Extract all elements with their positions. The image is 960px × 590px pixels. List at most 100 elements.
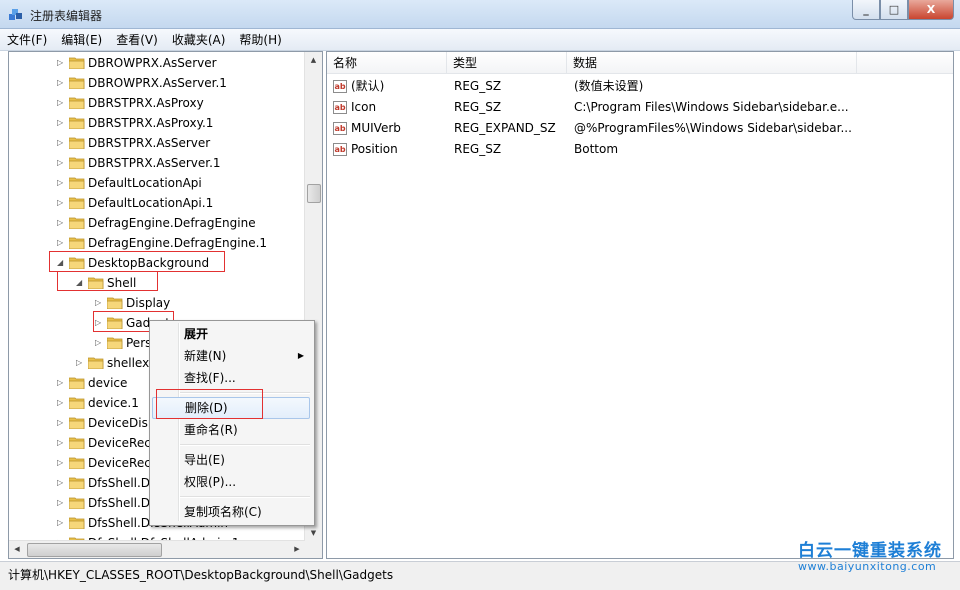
list-row[interactable]: ab Icon REG_SZ C:\Program Files\Windows … bbox=[327, 97, 927, 118]
expand-arrow-icon[interactable]: ▷ bbox=[57, 433, 67, 453]
menu-view[interactable]: 查看(V) bbox=[109, 31, 165, 48]
column-header-type[interactable]: 类型 bbox=[447, 52, 567, 74]
value-name: MUIVerb bbox=[351, 121, 401, 135]
tree-item-label: DesktopBackground bbox=[88, 256, 210, 270]
menu-item-new[interactable]: 新建(N) ▶ bbox=[152, 345, 310, 367]
maximize-button[interactable]: □ bbox=[880, 0, 908, 20]
tree-item[interactable]: ▷ DBRSTPRX.AsServer.1 bbox=[9, 153, 305, 173]
menu-item-expand[interactable]: 展开 bbox=[152, 323, 310, 345]
tree-item-label: DBRSTPRX.AsProxy bbox=[88, 96, 204, 110]
folder-icon bbox=[69, 417, 85, 429]
expand-arrow-icon[interactable]: ▷ bbox=[57, 153, 67, 173]
expand-arrow-icon[interactable]: ▷ bbox=[57, 93, 67, 113]
expand-arrow-icon[interactable]: ▷ bbox=[76, 353, 86, 373]
collapse-arrow-icon[interactable]: ◢ bbox=[76, 273, 86, 293]
value-type: REG_SZ bbox=[454, 100, 502, 114]
tree-item-label: device bbox=[88, 376, 128, 390]
expand-arrow-icon[interactable]: ▷ bbox=[57, 73, 67, 93]
expand-arrow-icon[interactable]: ▷ bbox=[95, 313, 105, 333]
expand-arrow-icon[interactable]: ▷ bbox=[57, 453, 67, 473]
expand-arrow-icon[interactable]: ▷ bbox=[57, 113, 67, 133]
tree-item[interactable]: ▷ DBROWPRX.AsServer.1 bbox=[9, 73, 305, 93]
tree-item[interactable]: ▷ DefaultLocationApi.1 bbox=[9, 193, 305, 213]
close-button[interactable]: X bbox=[908, 0, 954, 20]
tree-item[interactable]: ▷ DBRSTPRX.AsProxy bbox=[9, 93, 305, 113]
tree-item[interactable]: ▷ DBROWPRX.AsServer bbox=[9, 53, 305, 73]
menu-item-copy-key-name[interactable]: 复制项名称(C) bbox=[152, 501, 310, 523]
list-row[interactable]: ab Position REG_SZ Bottom bbox=[327, 139, 927, 160]
expand-arrow-icon[interactable]: ▷ bbox=[57, 173, 67, 193]
value-name: Icon bbox=[351, 100, 377, 114]
expand-arrow-icon[interactable]: ▷ bbox=[57, 513, 67, 533]
folder-icon bbox=[107, 317, 123, 329]
column-header-name[interactable]: 名称 bbox=[327, 52, 447, 74]
tree-item[interactable]: ◢ DesktopBackground bbox=[9, 253, 305, 273]
tree-item[interactable]: ◢ Shell bbox=[9, 273, 305, 293]
tree-item-label: DefragEngine.DefragEngine.1 bbox=[88, 236, 268, 250]
watermark-url: www.baiyunxitong.com bbox=[798, 560, 937, 573]
column-header-data[interactable]: 数据 bbox=[567, 52, 857, 74]
menu-help[interactable]: 帮助(H) bbox=[232, 31, 288, 48]
menu-item-export[interactable]: 导出(E) bbox=[152, 449, 310, 471]
menu-favorites[interactable]: 收藏夹(A) bbox=[165, 31, 233, 48]
menu-item-new-label: 新建(N) bbox=[184, 349, 227, 363]
scroll-thumb[interactable] bbox=[307, 184, 321, 203]
scroll-down-arrow-icon[interactable]: ▼ bbox=[305, 525, 322, 541]
expand-arrow-icon[interactable]: ▷ bbox=[57, 413, 67, 433]
tree-item-label: DefaultLocationApi.1 bbox=[88, 196, 214, 210]
scroll-corner bbox=[305, 541, 322, 558]
string-value-icon: ab bbox=[333, 143, 347, 156]
value-data: (数值未设置) bbox=[574, 79, 644, 93]
tree-item-label: shellex bbox=[107, 356, 150, 370]
tree-item[interactable]: ▷ Display bbox=[9, 293, 305, 313]
expand-arrow-icon[interactable]: ▷ bbox=[95, 293, 105, 313]
tree-item[interactable]: ▷ DefragEngine.DefragEngine bbox=[9, 213, 305, 233]
expand-arrow-icon[interactable]: ▷ bbox=[57, 493, 67, 513]
expand-arrow-icon[interactable]: ▷ bbox=[95, 333, 105, 353]
watermark: 白云一键重装系统 www.baiyunxitong.com bbox=[798, 536, 942, 573]
scroll-left-arrow-icon[interactable]: ◀ bbox=[9, 541, 25, 558]
expand-arrow-icon[interactable]: ▷ bbox=[57, 133, 67, 153]
folder-icon bbox=[69, 137, 85, 149]
menu-item-rename[interactable]: 重命名(R) bbox=[152, 419, 310, 441]
tree-item-label: Shell bbox=[107, 276, 137, 290]
window-title: 注册表编辑器 bbox=[30, 9, 103, 23]
folder-icon bbox=[69, 457, 85, 469]
expand-arrow-icon[interactable]: ▷ bbox=[57, 393, 67, 413]
tree-item[interactable]: ▷ DBRSTPRX.AsServer bbox=[9, 133, 305, 153]
expand-arrow-icon[interactable]: ▷ bbox=[57, 373, 67, 393]
menu-item-permissions[interactable]: 权限(P)... bbox=[152, 471, 310, 493]
folder-icon bbox=[69, 497, 85, 509]
value-name: Position bbox=[351, 142, 398, 156]
menu-edit[interactable]: 编辑(E) bbox=[54, 31, 109, 48]
folder-icon bbox=[69, 477, 85, 489]
list-row[interactable]: ab (默认) REG_SZ (数值未设置) bbox=[327, 76, 927, 97]
minimize-button[interactable]: _ bbox=[852, 0, 880, 20]
expand-arrow-icon[interactable]: ▷ bbox=[57, 473, 67, 493]
tree-item[interactable]: ▷ DefaultLocationApi bbox=[9, 173, 305, 193]
list-row[interactable]: ab MUIVerb REG_EXPAND_SZ @%ProgramFiles%… bbox=[327, 118, 927, 139]
tree-item[interactable]: ▷ DefragEngine.DefragEngine.1 bbox=[9, 233, 305, 253]
status-path: 计算机\HKEY_CLASSES_ROOT\DesktopBackground\… bbox=[8, 568, 394, 582]
scroll-up-arrow-icon[interactable]: ▲ bbox=[305, 52, 322, 68]
expand-arrow-icon[interactable]: ▷ bbox=[57, 233, 67, 253]
scroll-thumb-horizontal[interactable] bbox=[27, 543, 162, 557]
folder-icon bbox=[69, 437, 85, 449]
value-name: (默认) bbox=[351, 79, 385, 93]
expand-arrow-icon[interactable]: ▷ bbox=[57, 193, 67, 213]
tree-item[interactable]: ▷ DBRSTPRX.AsProxy.1 bbox=[9, 113, 305, 133]
scroll-right-arrow-icon[interactable]: ▶ bbox=[289, 541, 305, 558]
expand-arrow-icon[interactable]: ▷ bbox=[57, 53, 67, 73]
menu-separator bbox=[180, 392, 310, 394]
close-icon: X bbox=[926, 3, 936, 16]
tree-item-label: device.1 bbox=[88, 396, 139, 410]
maximize-icon: □ bbox=[888, 3, 900, 16]
menu-item-find[interactable]: 查找(F)... bbox=[152, 367, 310, 389]
tree-horizontal-scrollbar[interactable]: ◀ ▶ bbox=[9, 540, 305, 558]
collapse-arrow-icon[interactable]: ◢ bbox=[57, 253, 67, 273]
expand-arrow-icon[interactable]: ▷ bbox=[57, 213, 67, 233]
folder-icon bbox=[69, 57, 85, 69]
values-list[interactable]: 名称 类型 数据 ab (默认) REG_SZ (数值未设置) ab Icon … bbox=[326, 51, 954, 559]
menu-item-delete[interactable]: 删除(D) bbox=[152, 397, 310, 419]
menu-file[interactable]: 文件(F) bbox=[0, 31, 54, 48]
